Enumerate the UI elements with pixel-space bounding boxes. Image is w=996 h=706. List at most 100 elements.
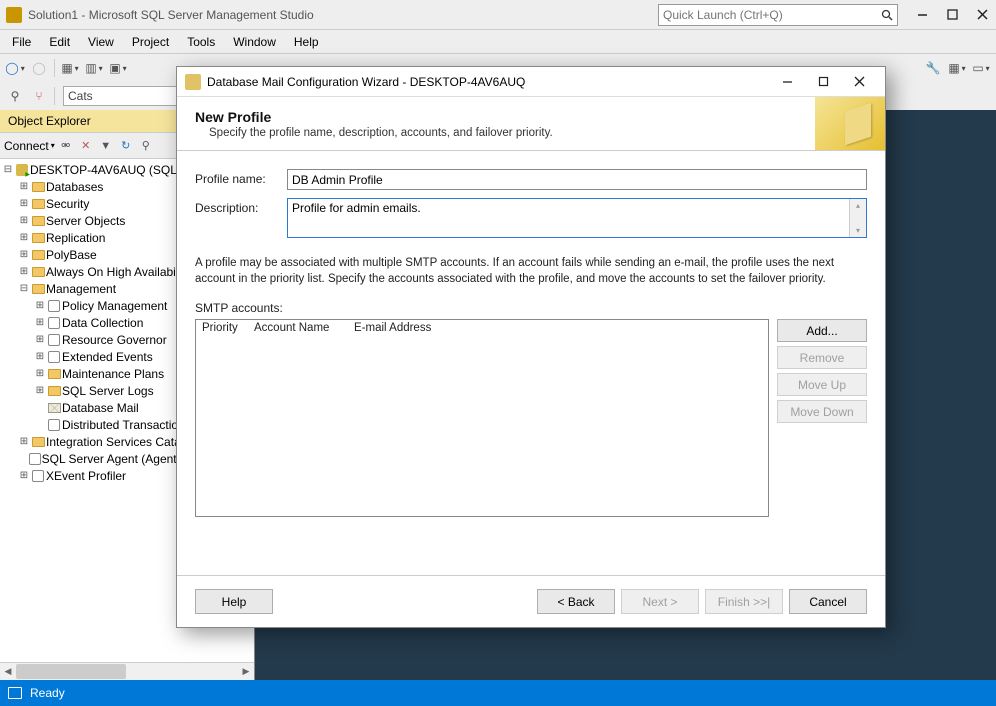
tree-item[interactable]: Policy Management xyxy=(62,299,167,313)
tree-item[interactable]: Extended Events xyxy=(62,350,153,364)
tree-item[interactable]: PolyBase xyxy=(46,248,97,262)
help-button[interactable]: Help xyxy=(195,589,273,614)
move-down-button: Move Down xyxy=(777,400,867,423)
expand-icon[interactable]: ⊞ xyxy=(34,317,46,328)
quick-launch[interactable] xyxy=(658,4,898,26)
scroll-left-icon[interactable]: ◀ xyxy=(0,663,16,680)
smtp-accounts-label: SMTP accounts: xyxy=(195,301,867,315)
filter-icon[interactable]: ⚲ xyxy=(4,85,26,107)
column-email[interactable]: E-mail Address xyxy=(348,320,768,340)
dialog-maximize-button[interactable] xyxy=(805,71,841,93)
expand-icon[interactable]: ⊞ xyxy=(18,470,30,481)
tree-item[interactable]: Databases xyxy=(46,180,103,194)
dialog-minimize-button[interactable] xyxy=(769,71,805,93)
profile-name-input[interactable] xyxy=(287,169,867,190)
tree-item[interactable]: Data Collection xyxy=(62,316,143,330)
new-query-button[interactable]: ▦ xyxy=(59,57,81,79)
nav-back-button[interactable]: ◯ xyxy=(4,57,26,79)
collapse-icon[interactable]: ⊟ xyxy=(2,164,14,175)
toolbox-button[interactable]: ▦ xyxy=(946,57,968,79)
scroll-down-icon[interactable]: ▾ xyxy=(856,226,860,235)
expand-icon[interactable]: ⊞ xyxy=(18,436,30,447)
save-button[interactable]: ▣ xyxy=(107,57,129,79)
maximize-button[interactable] xyxy=(944,7,960,23)
menu-project[interactable]: Project xyxy=(124,33,177,51)
maint-plans-icon xyxy=(46,367,62,381)
dialog-titlebar[interactable]: Database Mail Configuration Wizard - DES… xyxy=(177,67,885,97)
tree-horizontal-scrollbar[interactable]: ◀ ▶ xyxy=(0,662,254,680)
expand-icon[interactable]: ⊞ xyxy=(18,181,30,192)
column-account-name[interactable]: Account Name xyxy=(248,320,348,340)
blank-exp xyxy=(34,419,46,430)
nav-forward-button[interactable]: ◯ xyxy=(28,57,50,79)
description-input[interactable]: Profile for admin emails. xyxy=(288,199,849,237)
add-account-button[interactable]: Add... xyxy=(777,319,867,342)
menu-help[interactable]: Help xyxy=(286,33,327,51)
tree-item[interactable]: Replication xyxy=(46,231,105,245)
tree-item[interactable]: SQL Server Logs xyxy=(62,384,154,398)
dialog-app-icon xyxy=(185,74,201,90)
menu-file[interactable]: File xyxy=(4,33,39,51)
expand-icon[interactable]: ⊞ xyxy=(34,300,46,311)
tree-item-management[interactable]: Management xyxy=(46,282,116,296)
smtp-accounts-grid[interactable]: Priority Account Name E-mail Address xyxy=(195,319,769,517)
server-icon xyxy=(14,163,30,177)
scroll-up-icon[interactable]: ▴ xyxy=(856,201,860,210)
disconnect-icon[interactable]: ⚮ xyxy=(57,137,75,155)
next-button: Next > xyxy=(621,589,699,614)
folder-icon xyxy=(30,197,46,211)
search-icon[interactable] xyxy=(881,9,897,21)
scroll-right-icon[interactable]: ▶ xyxy=(238,663,254,680)
column-priority[interactable]: Priority xyxy=(196,320,248,340)
folder-icon xyxy=(30,265,46,279)
tree-item[interactable]: Security xyxy=(46,197,89,211)
dialog-footer: Help < Back Next > Finish >>| Cancel xyxy=(177,575,885,627)
tree-item[interactable]: Always On High Availability xyxy=(46,265,191,279)
branch-icon[interactable]: ⑂ xyxy=(28,85,50,107)
menu-view[interactable]: View xyxy=(80,33,122,51)
expand-icon[interactable]: ⊞ xyxy=(34,385,46,396)
connect-button[interactable]: Connect xyxy=(4,139,55,153)
folder-icon xyxy=(30,435,46,449)
menu-window[interactable]: Window xyxy=(225,33,284,51)
stop-icon[interactable]: ✕ xyxy=(77,137,95,155)
status-icon xyxy=(8,687,22,699)
close-button[interactable] xyxy=(974,7,990,23)
search-tree-icon[interactable]: ⚲ xyxy=(137,137,155,155)
expand-icon[interactable]: ⊞ xyxy=(34,351,46,362)
refresh-icon[interactable]: ↻ xyxy=(117,137,135,155)
expand-icon[interactable]: ⊞ xyxy=(18,198,30,209)
tree-item[interactable]: Maintenance Plans xyxy=(62,367,164,381)
app-icon xyxy=(6,7,22,23)
tree-item[interactable]: Distributed Transaction xyxy=(62,418,185,432)
dialog-close-button[interactable] xyxy=(841,71,877,93)
xevent-icon xyxy=(30,469,46,483)
minimize-button[interactable] xyxy=(914,7,930,23)
tree-item[interactable]: Server Objects xyxy=(46,214,125,228)
filter-tree-icon[interactable]: ▼ xyxy=(97,137,115,155)
menu-tools[interactable]: Tools xyxy=(179,33,223,51)
expand-icon[interactable]: ⊞ xyxy=(34,368,46,379)
quick-launch-input[interactable] xyxy=(659,8,881,22)
tree-item-database-mail[interactable]: Database Mail xyxy=(62,401,139,415)
menu-edit[interactable]: Edit xyxy=(41,33,78,51)
description-scrollbar[interactable]: ▴▾ xyxy=(849,199,866,237)
cancel-button[interactable]: Cancel xyxy=(789,589,867,614)
expand-icon[interactable]: ⊞ xyxy=(34,334,46,345)
open-button[interactable]: ▥ xyxy=(83,57,105,79)
tree-item[interactable]: Resource Governor xyxy=(62,333,167,347)
window-layout-button[interactable]: ▭ xyxy=(970,57,992,79)
expand-icon[interactable]: ⊞ xyxy=(18,266,30,277)
tree-item-xevent[interactable]: XEvent Profiler xyxy=(46,469,126,483)
expand-icon[interactable]: ⊞ xyxy=(18,249,30,260)
expand-icon[interactable]: ⊞ xyxy=(18,215,30,226)
dialog-heading: New Profile xyxy=(195,109,553,125)
collapse-icon[interactable]: ⊟ xyxy=(18,283,30,294)
scroll-thumb[interactable] xyxy=(16,664,126,679)
folder-icon xyxy=(30,231,46,245)
dist-trans-icon xyxy=(46,418,62,432)
tool-icon[interactable]: 🔧 xyxy=(922,57,944,79)
dialog-body: Profile name: Description: Profile for a… xyxy=(177,151,885,575)
back-button[interactable]: < Back xyxy=(537,589,615,614)
expand-icon[interactable]: ⊞ xyxy=(18,232,30,243)
